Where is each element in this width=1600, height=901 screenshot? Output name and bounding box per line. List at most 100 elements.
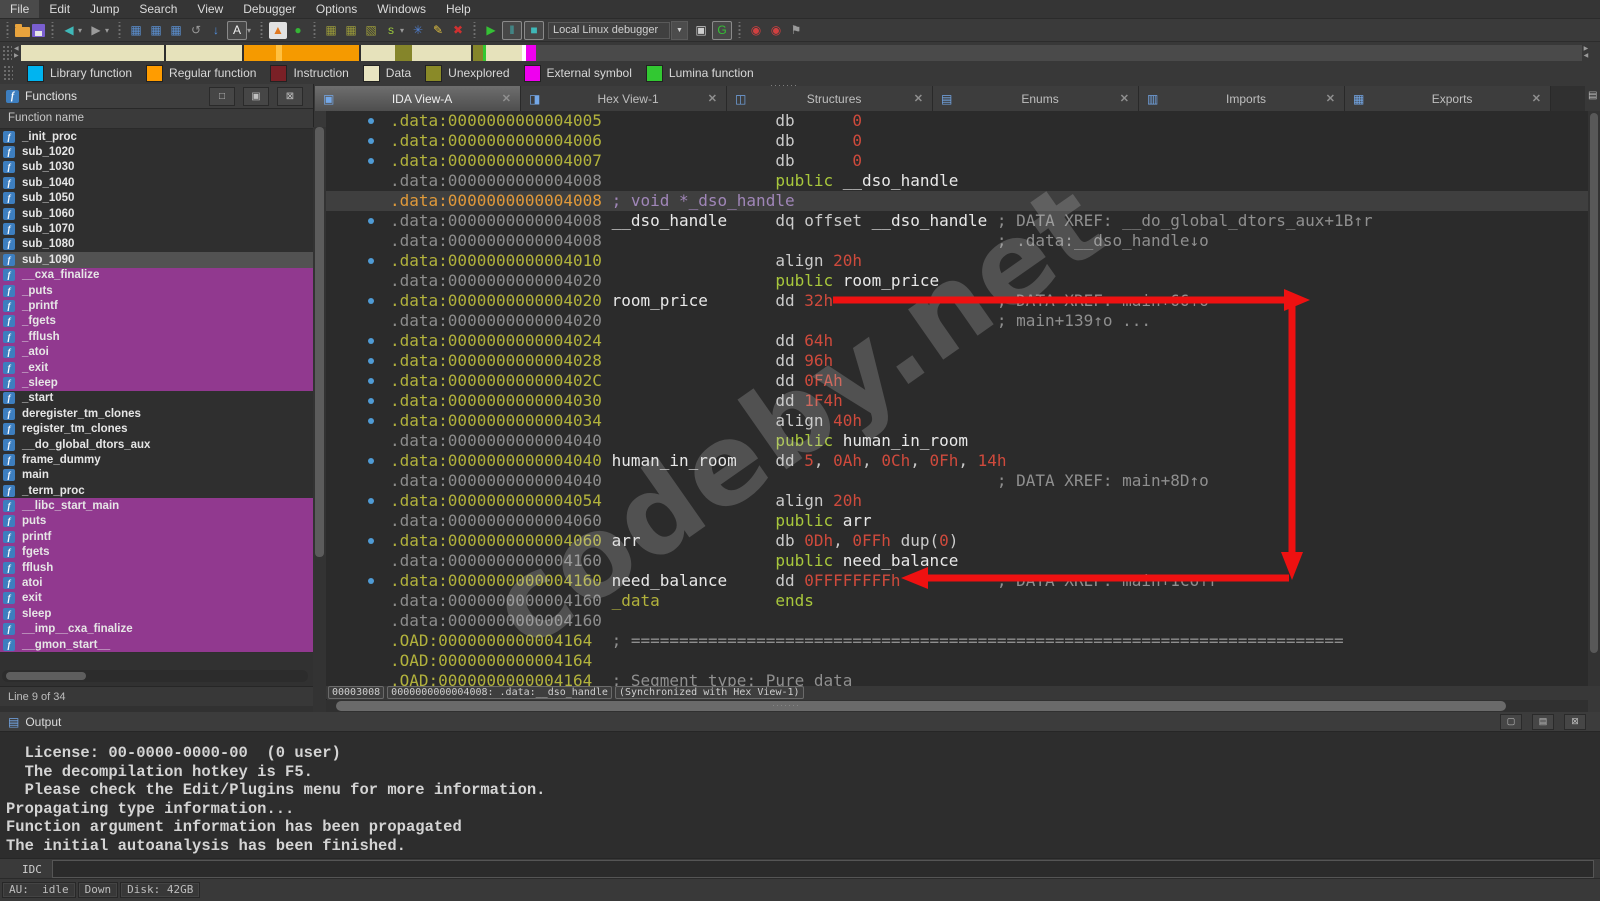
cancel-icon[interactable]: ✖ xyxy=(449,22,467,39)
function-row-sub_1050[interactable]: f sub_1050 xyxy=(0,191,313,206)
function-row-__libc_start_main[interactable]: f __libc_start_main xyxy=(0,498,313,514)
function-row-exit[interactable]: f exit xyxy=(0,590,313,607)
idc-input[interactable] xyxy=(51,860,1594,878)
functions-hscrollbar-thumb[interactable] xyxy=(6,672,86,680)
disasm-line[interactable]: .data:0000000000004024 dd 64h xyxy=(326,331,1588,351)
disasm-line[interactable]: .data:0000000000004008 ; .data:__dso_han… xyxy=(326,231,1588,251)
tab-close-icon[interactable]: ✕ xyxy=(502,92,511,105)
navband-segment[interactable] xyxy=(472,44,483,61)
back-icon[interactable]: ◀ xyxy=(60,22,78,39)
disasm-line[interactable]: .data:0000000000004006 db 0 xyxy=(326,131,1588,151)
forward-icon[interactable]: ▶ xyxy=(87,22,105,39)
function-row-frame_dummy[interactable]: f frame_dummy xyxy=(0,452,313,467)
disasm-line[interactable]: .data:0000000000004160 xyxy=(326,611,1588,631)
disassembly-hscrollbar[interactable] xyxy=(326,700,1588,712)
column-header-function-name[interactable]: Function name xyxy=(0,109,313,129)
disasm-line[interactable]: .data:0000000000004160 need_balance dd 0… xyxy=(326,571,1588,591)
menu-windows[interactable]: Windows xyxy=(367,0,436,18)
add-string-icon[interactable]: s xyxy=(382,22,400,39)
disasm-line[interactable]: .data:0000000000004040 ; DATA XREF: main… xyxy=(326,471,1588,491)
add-breakpoint-icon[interactable]: ◉ xyxy=(767,22,785,39)
function-row-_term_proc[interactable]: f _term_proc xyxy=(0,483,313,498)
output-maximize-button[interactable]: ▤ xyxy=(1532,713,1554,730)
menu-jump[interactable]: Jump xyxy=(80,0,129,18)
navband-drag-handle[interactable] xyxy=(2,45,12,60)
output-restore-button[interactable]: ▢ xyxy=(1500,713,1522,730)
disasm-line[interactable]: .OAD:0000000000004164 xyxy=(326,651,1588,671)
menu-file[interactable]: File xyxy=(0,0,40,18)
function-row-sub_1040[interactable]: f sub_1040 xyxy=(0,175,313,190)
jump-segment-icon[interactable]: ▦ xyxy=(167,22,185,39)
navband-segment[interactable] xyxy=(411,44,471,61)
tab-ida-view-a[interactable]: ▣ IDA View-A ✕ xyxy=(315,86,521,111)
function-row-register_tm_clones[interactable]: f register_tm_clones xyxy=(0,421,313,436)
disasm-line[interactable]: .data:0000000000004010 align 20h xyxy=(326,251,1588,271)
function-row-_fflush[interactable]: f _fflush xyxy=(0,329,313,345)
pause-process-icon[interactable]: ‖ xyxy=(502,20,522,40)
tab-close-icon[interactable]: ✕ xyxy=(1120,92,1129,105)
tab-close-icon[interactable]: ✕ xyxy=(914,92,923,105)
function-row-sleep[interactable]: f sleep xyxy=(0,606,313,622)
disasm-line[interactable]: .data:0000000000004020 public room_price xyxy=(326,271,1588,291)
debugger-select[interactable]: Local Linux debugger ▼ xyxy=(548,20,688,40)
forward-icon-dropdown-arrow[interactable]: ▾ xyxy=(105,26,112,35)
disasm-line[interactable]: .data:0000000000004020 ; main+139↑o ... xyxy=(326,311,1588,331)
disasm-line[interactable]: .data:0000000000004160 _data ends xyxy=(326,591,1588,611)
menu-options[interactable]: Options xyxy=(306,0,367,18)
functions-vscrollbar-thumb[interactable] xyxy=(315,127,324,557)
splitter-handle-top[interactable]: ······· xyxy=(770,80,798,90)
stop-process-icon[interactable]: ■ xyxy=(524,20,544,40)
disasm-line[interactable]: .data:0000000000004060 arr db 0Dh, 0FFh … xyxy=(326,531,1588,551)
function-row-sub_1070[interactable]: f sub_1070 xyxy=(0,221,313,236)
add-enum-icon[interactable]: ▦ xyxy=(342,22,360,39)
function-row-sub_1020[interactable]: f sub_1020 xyxy=(0,144,313,159)
disasm-line[interactable]: .data:0000000000004005 db 0 xyxy=(326,111,1588,131)
navigation-band[interactable] xyxy=(20,44,1582,61)
disasm-line[interactable]: .data:0000000000004040 human_in_room dd … xyxy=(326,451,1588,471)
tab-structures[interactable]: ◫ Structures ✕ xyxy=(727,86,933,111)
attach-process-icon[interactable]: ▣ xyxy=(692,22,710,39)
navband-segment[interactable] xyxy=(394,44,412,61)
function-row-_sleep[interactable]: f _sleep xyxy=(0,375,313,391)
navband-segment[interactable] xyxy=(165,44,242,61)
functions-vscrollbar[interactable] xyxy=(313,127,327,712)
disasm-line[interactable]: .OAD:0000000000004164 ; ================… xyxy=(326,631,1588,651)
disasm-line[interactable]: .data:000000000000402C dd 0FAh xyxy=(326,371,1588,391)
menu-edit[interactable]: Edit xyxy=(39,0,80,18)
function-row-puts[interactable]: f puts xyxy=(0,513,313,530)
function-row-printf[interactable]: f printf xyxy=(0,529,313,545)
window-list-button[interactable]: ▤ xyxy=(1588,90,1597,101)
function-row-__imp__cxa_finalize[interactable]: f __imp__cxa_finalize xyxy=(0,621,313,637)
function-row-_puts[interactable]: f _puts xyxy=(0,282,313,299)
disasm-line[interactable]: .data:0000000000004060 public arr xyxy=(326,511,1588,531)
function-row-__do_global_dtors_aux[interactable]: f __do_global_dtors_aux xyxy=(0,437,313,452)
add-type-icon[interactable]: ▧ xyxy=(362,22,380,39)
function-row-__cxa_finalize[interactable]: f __cxa_finalize xyxy=(0,267,313,283)
disasm-line[interactable]: .data:0000000000004008 ; void *_dso_hand… xyxy=(326,191,1588,211)
disasm-line[interactable]: .data:0000000000004028 dd 96h xyxy=(326,351,1588,371)
menu-debugger[interactable]: Debugger xyxy=(233,0,306,18)
disasm-line[interactable]: .data:0000000000004007 db 0 xyxy=(326,151,1588,171)
tab-imports[interactable]: ▥ Imports ✕ xyxy=(1139,86,1345,111)
tab-close-icon[interactable]: ✕ xyxy=(1326,92,1335,105)
function-row-_printf[interactable]: f _printf xyxy=(0,298,313,314)
jump-xref-icon[interactable]: ↓ xyxy=(207,22,225,39)
tab-close-icon[interactable]: ✕ xyxy=(1532,92,1541,105)
jump-name-icon[interactable]: ▦ xyxy=(147,22,165,39)
disasm-line[interactable]: .data:0000000000004160 public need_balan… xyxy=(326,551,1588,571)
save-icon[interactable] xyxy=(32,23,45,37)
navband-segment[interactable] xyxy=(20,44,164,61)
navband-right-arrows[interactable]: ▶ ◀ xyxy=(1584,46,1589,60)
splitter-handle-bottom[interactable]: ······· xyxy=(772,700,800,710)
legend-drag-handle[interactable] xyxy=(3,65,13,81)
function-row-__gmon_start__[interactable]: f __gmon_start__ xyxy=(0,636,313,653)
text-search-button-dropdown-arrow[interactable]: ▾ xyxy=(247,26,254,35)
function-row-_exit[interactable]: f _exit xyxy=(0,359,313,376)
back-icon-dropdown-arrow[interactable]: ▾ xyxy=(78,26,85,35)
jump-address-icon[interactable]: ▦ xyxy=(127,22,145,39)
problems-icon[interactable]: ▲ xyxy=(269,21,287,39)
disasm-line[interactable]: .data:0000000000004030 dd 1F4h xyxy=(326,391,1588,411)
function-row-_init_proc[interactable]: f _init_proc xyxy=(0,129,313,144)
functions-close-button[interactable]: ⊠ xyxy=(277,86,303,106)
add-struct-icon[interactable]: ▦ xyxy=(322,22,340,39)
